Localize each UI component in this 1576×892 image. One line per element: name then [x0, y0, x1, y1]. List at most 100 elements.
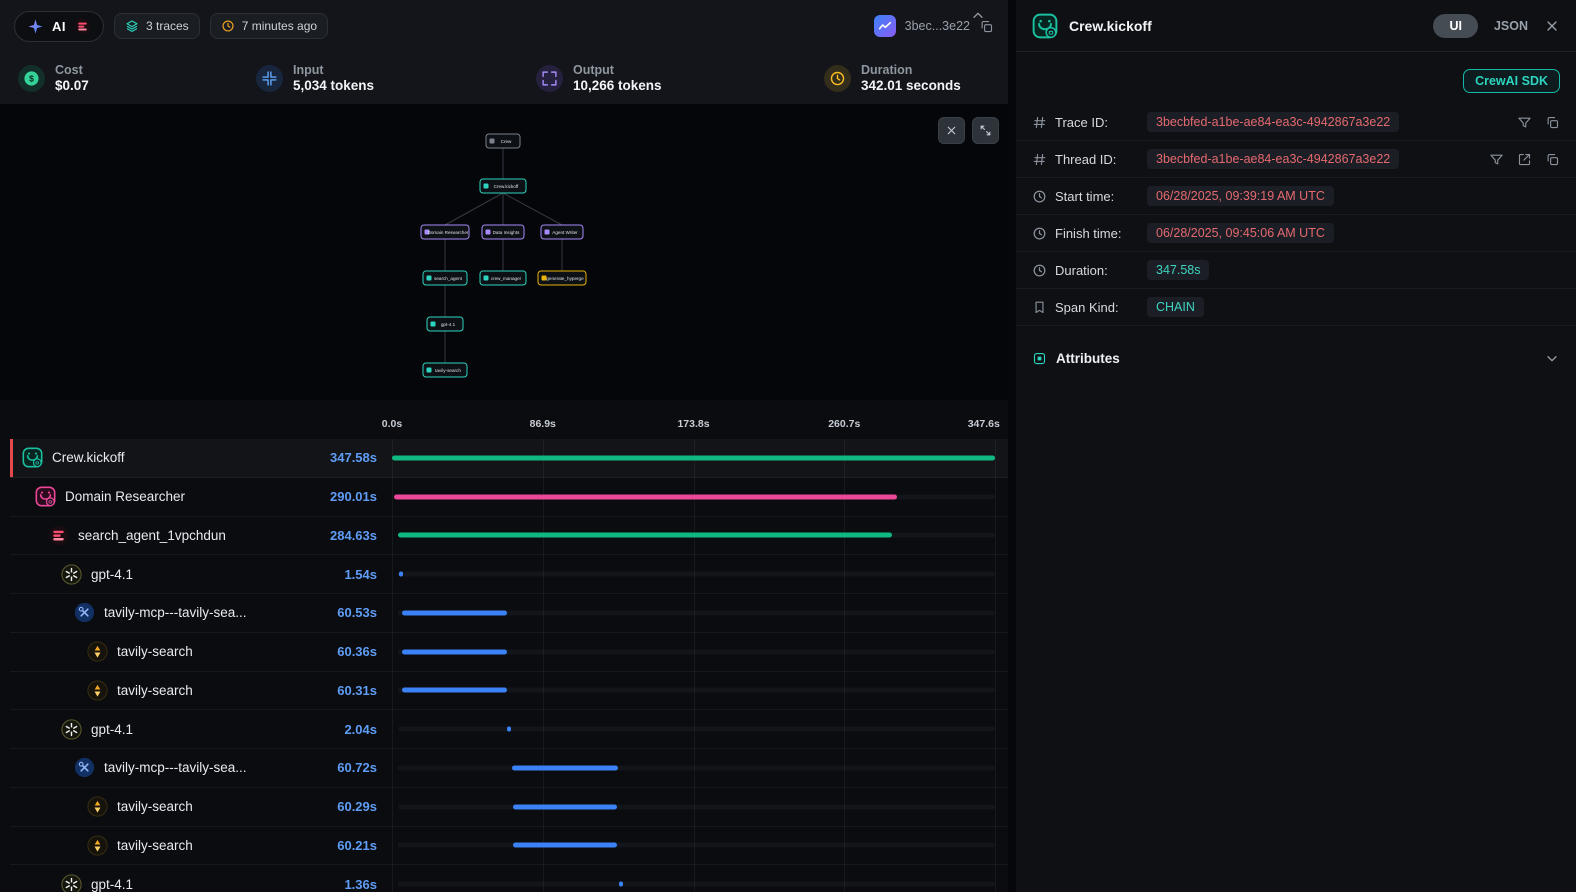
graph-node[interactable]: Data Insights	[482, 225, 524, 239]
svg-text:tavily-search: tavily-search	[435, 368, 461, 373]
traces-badge[interactable]: 3 traces	[114, 13, 200, 39]
span-row[interactable]: tavily-mcp---tavily-sea...60.72s	[10, 749, 1008, 788]
copy-icon[interactable]	[1545, 115, 1560, 130]
tab-json[interactable]: JSON	[1494, 19, 1528, 33]
trace-short-id: 3bec...3e22	[905, 19, 970, 33]
graph-node[interactable]: Agent Writer	[541, 225, 583, 239]
tavily-icon	[87, 796, 108, 817]
tick-label: 0.0s	[382, 418, 402, 430]
field-row: Span Kind:CHAIN	[1016, 289, 1576, 326]
span-track	[398, 727, 995, 732]
graph-node[interactable]: gpt-4.1	[427, 317, 463, 331]
span-row[interactable]: Domain Researcher290.01s	[10, 478, 1008, 517]
stat-value: 5,034 tokens	[293, 78, 374, 93]
span-row[interactable]: gpt-4.11.54s	[10, 555, 1008, 594]
span-track	[398, 572, 995, 577]
field-row: Duration:347.58s	[1016, 252, 1576, 289]
crew-icon	[1032, 13, 1058, 39]
svg-text:Domain Researcher: Domain Researcher	[428, 230, 469, 235]
field-value: 06/28/2025, 09:39:19 AM UTC	[1147, 186, 1334, 206]
graph-node[interactable]: search_agent	[423, 271, 467, 285]
tools-icon	[74, 757, 95, 778]
detail-header: Crew.kickoff UI JSON	[1016, 0, 1576, 52]
graph-node[interactable]: crew_manager	[480, 271, 526, 285]
close-graph-button[interactable]	[938, 117, 965, 144]
tab-ui[interactable]: UI	[1433, 14, 1478, 38]
chart-icon[interactable]	[874, 15, 896, 37]
span-row[interactable]: Crew.kickoff347.58s	[10, 439, 1008, 478]
time-ago-badge[interactable]: 7 minutes ago	[210, 13, 328, 39]
field-row: Start time: 06/28/2025, 09:39:19 AM UTC	[1016, 178, 1576, 215]
waterfall: Crew.kickoff347.58sDomain Researcher290.…	[10, 439, 1008, 892]
logo-pill: AI	[14, 11, 104, 42]
field-row: Thread ID:3becbfed-a1be-ae84-ea3c-494286…	[1016, 141, 1576, 178]
trace-graph[interactable]: Crew Crew.kickoff Domain Researcher Data In…	[0, 104, 1008, 400]
graph-node[interactable]: generate_hyperge	[538, 271, 586, 285]
field-list: Trace ID: 3becbfed-a1be-ae84-ea3c-4942867…	[1016, 104, 1576, 326]
hash-icon	[1032, 152, 1047, 167]
span-duration: 60.21s	[337, 838, 392, 853]
span-bar	[392, 455, 995, 460]
span-row[interactable]: tavily-search 60.29s	[10, 788, 1008, 827]
graph-node[interactable]: tavily-search	[423, 363, 467, 377]
span-name: tavily-search	[117, 838, 193, 853]
svg-text:search_agent: search_agent	[434, 276, 463, 281]
svg-text:Data Insights: Data Insights	[493, 230, 521, 235]
span-name: search_agent_1vpchdun	[78, 528, 226, 543]
field-label: Span Kind:	[1055, 300, 1139, 315]
span-duration: 60.53s	[337, 605, 392, 620]
span-duration: 60.29s	[337, 799, 392, 814]
span-bar	[619, 882, 623, 887]
chevron-down-icon[interactable]	[1544, 350, 1560, 366]
field-label: Duration:	[1055, 263, 1139, 278]
span-row[interactable]: tavily-search 60.21s	[10, 827, 1008, 866]
close-panel-icon[interactable]	[1544, 18, 1560, 34]
span-row[interactable]: tavily-search60.31s	[10, 672, 1008, 711]
filter-icon[interactable]	[1517, 115, 1532, 130]
span-row[interactable]: tavily-search60.36s	[10, 633, 1008, 672]
span-row[interactable]: gpt-4.12.04s	[10, 710, 1008, 749]
filter-icon[interactable]	[1489, 152, 1504, 167]
openai-icon	[61, 874, 82, 892]
span-bar	[399, 572, 403, 577]
span-row[interactable]: gpt-4.11.36s	[10, 865, 1008, 892]
tavily-icon	[87, 641, 108, 662]
attributes-section-header[interactable]: Attributes	[1016, 338, 1576, 378]
span-row[interactable]: search_agent_1vpchdun284.63s	[10, 517, 1008, 556]
clock-icon	[1032, 226, 1047, 241]
graph-node[interactable]: Crew	[486, 134, 520, 148]
expand-graph-button[interactable]	[972, 117, 999, 144]
graph-node[interactable]: Crew.kickoff	[480, 179, 526, 193]
graph-node[interactable]: Domain Researcher	[421, 225, 469, 239]
svg-text:Crew: Crew	[501, 139, 512, 144]
copy-icon[interactable]	[1545, 152, 1560, 167]
field-value: 3becbfed-a1be-ae84-ea3c-4942867a3e22	[1147, 149, 1399, 169]
tavily-icon	[87, 680, 108, 701]
clock-icon	[1032, 189, 1047, 204]
field-row: Trace ID:3becbfed-a1be-ae84-ea3c-4942867…	[1016, 104, 1576, 141]
span-duration: 347.58s	[330, 450, 392, 465]
stat-label: Output	[573, 63, 662, 77]
tavily-icon	[87, 835, 108, 856]
span-duration: 1.54s	[344, 567, 392, 582]
span-name: tavily-search	[117, 799, 193, 814]
crew-icon	[22, 447, 43, 468]
scale-logo-icon	[74, 18, 91, 35]
stat-output: Output10,266 tokens	[536, 63, 824, 93]
field-label: Start time:	[1055, 189, 1139, 204]
span-duration: 2.04s	[344, 722, 392, 737]
clock-icon	[221, 19, 235, 33]
crew-pink-icon	[35, 486, 56, 507]
external-icon[interactable]	[1517, 152, 1532, 167]
graph-buttons	[938, 117, 999, 144]
span-bar	[398, 533, 892, 538]
ai-logo: AI	[52, 19, 66, 34]
span-duration: 1.36s	[344, 877, 392, 892]
span-row[interactable]: tavily-mcp---tavily-sea...60.53s	[10, 594, 1008, 633]
stat-value: 342.01 seconds	[861, 78, 961, 93]
tick-label: 86.9s	[530, 418, 556, 430]
chevron-up-icon[interactable]	[970, 8, 986, 24]
arrows-out-icon	[536, 65, 563, 92]
field-label: Trace ID:	[1055, 115, 1139, 130]
detail-header-actions: UI JSON	[1433, 14, 1560, 38]
